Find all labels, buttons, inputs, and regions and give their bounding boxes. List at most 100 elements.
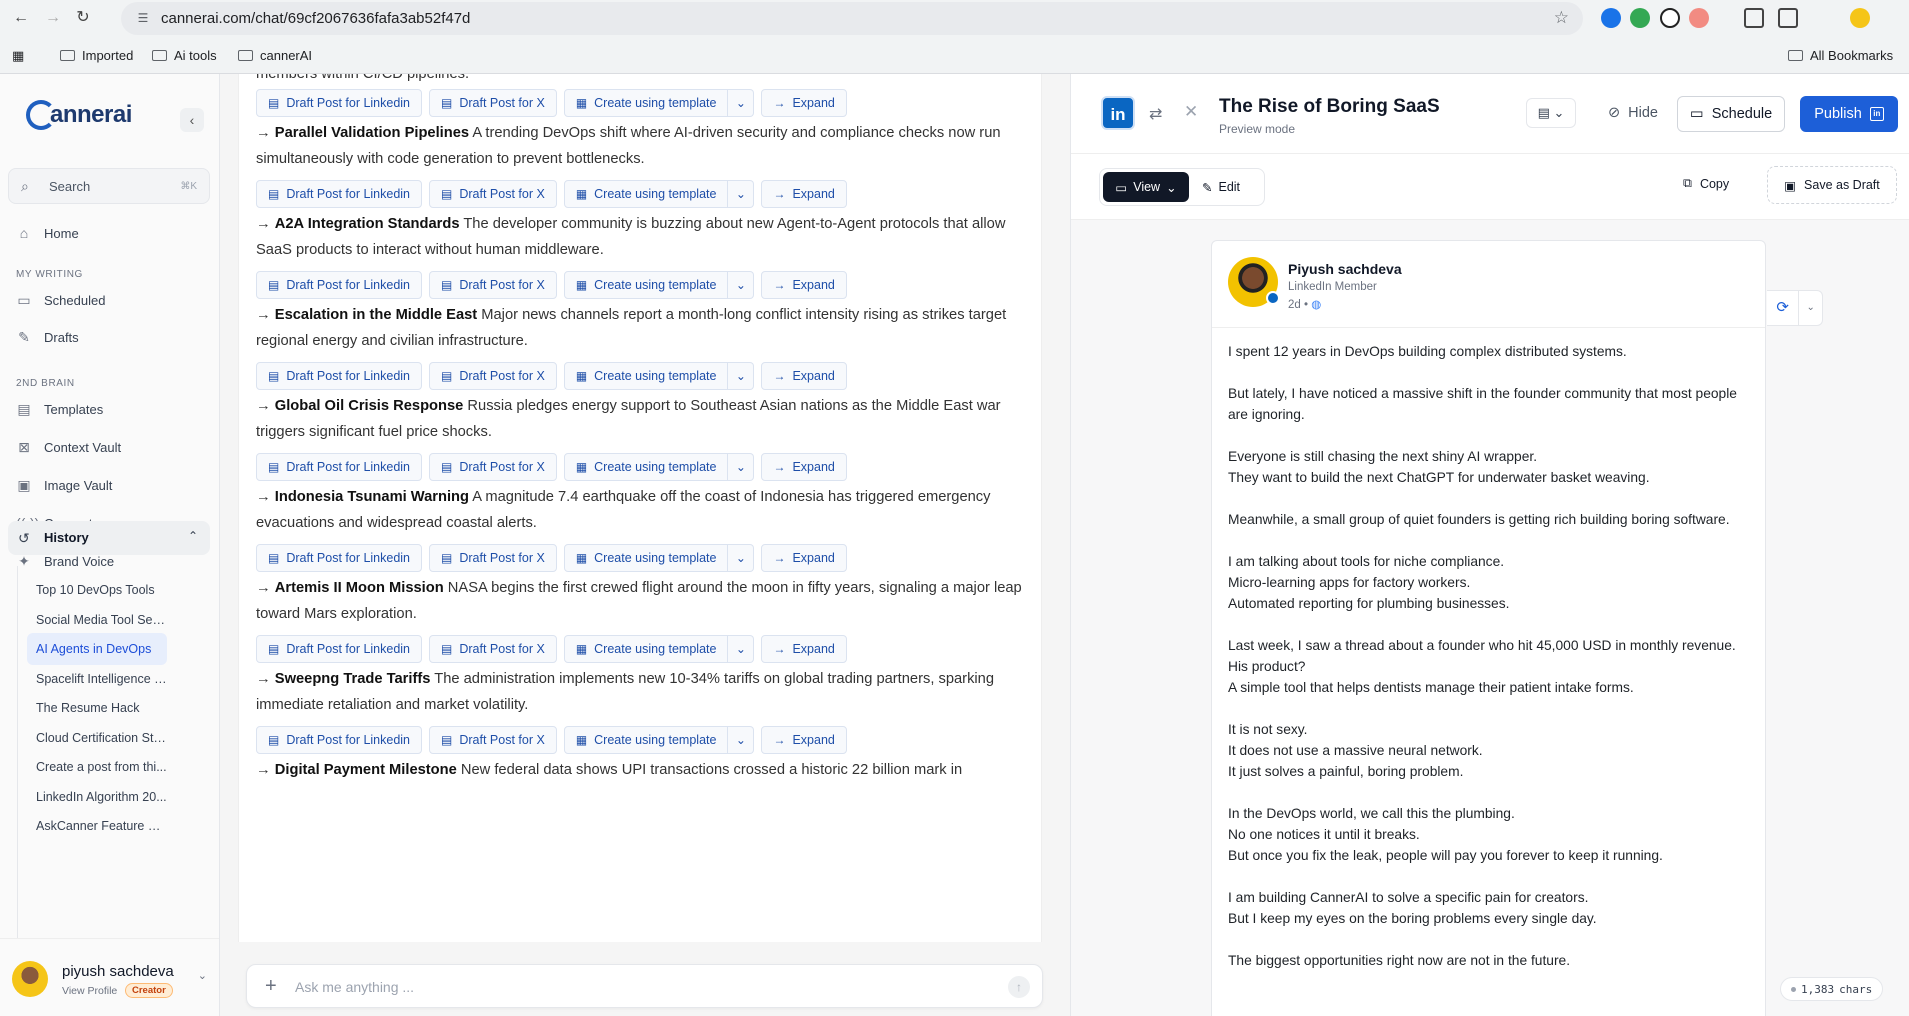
topic-item: → A2A Integration Standards The develope… [256,216,1006,258]
expand-button[interactable]: → Expand [761,544,847,572]
document-menu-button[interactable]: ▤ ⌄ [1526,98,1576,128]
draft-linkedin-button[interactable]: ▤ Draft Post for Linkedin [256,180,423,208]
site-info-icon[interactable]: ☰ [135,10,151,26]
document-icon: ▤ [441,369,453,383]
profile-avatar[interactable] [1850,8,1870,28]
history-item[interactable]: Spacelift Intelligence I... [27,663,167,695]
expand-button[interactable]: → Expand [761,180,847,208]
create-template-button[interactable]: ▦ Create using template [563,180,729,208]
chevron-down-icon[interactable]: ⌄ [198,969,207,982]
reading-list-icon[interactable] [1778,8,1798,28]
template-dropdown-button[interactable]: ⌄ [728,544,755,572]
draft-x-button[interactable]: ▤ Draft Post for X [429,362,557,390]
template-dropdown-button[interactable]: ⌄ [728,362,755,390]
draft-x-button[interactable]: ▤ Draft Post for X [429,453,557,481]
draft-x-button[interactable]: ▤ Draft Post for X [429,89,557,117]
bookmark-star-icon[interactable]: ☆ [1554,8,1569,28]
expand-button[interactable]: → Expand [761,726,847,754]
expand-button[interactable]: → Expand [761,362,847,390]
draft-linkedin-button[interactable]: ▤ Draft Post for Linkedin [256,271,423,299]
back-icon[interactable]: ← [10,7,32,29]
history-item[interactable]: Create a post from thi... [27,751,167,783]
expand-button[interactable]: → Expand [761,89,847,117]
draft-x-button[interactable]: ▤ Draft Post for X [429,271,557,299]
draft-linkedin-button[interactable]: ▤ Draft Post for Linkedin [256,635,423,663]
publish-button[interactable]: Publish in [1800,96,1898,132]
template-dropdown-button[interactable]: ⌄ [728,89,755,117]
create-template-button[interactable]: ▦ Create using template [563,726,729,754]
template-dropdown-button[interactable]: ⌄ [728,453,755,481]
history-item[interactable]: Cloud Certification Str... [27,722,167,754]
history-item[interactable]: AI Agents in DevOps [27,633,167,665]
forward-icon[interactable]: → [42,7,64,29]
history-toggle[interactable]: ↺ History ⌃ [8,521,210,555]
template-dropdown-button[interactable]: ⌄ [728,726,755,754]
bookmark-folder[interactable]: Imported [60,48,133,63]
sidebar-item-image-vault[interactable]: ▣ Image Vault [16,471,112,499]
view-button[interactable]: ▭ View ⌄ [1103,172,1189,202]
history-item[interactable]: LinkedIn Algorithm 20... [27,781,167,813]
address-bar[interactable]: ☰ cannerai.com/chat/69cf2067636fafa3ab52… [121,2,1583,35]
all-bookmarks[interactable]: All Bookmarks [1788,48,1893,63]
draft-linkedin-button[interactable]: ▤ Draft Post for Linkedin [256,89,423,117]
x-icon[interactable]: ✕ [1184,102,1198,122]
template-dropdown-button[interactable]: ⌄ [728,271,755,299]
view-profile-link[interactable]: View Profile [62,985,117,997]
chat-input[interactable]: + Ask me anything ... ↑ [246,964,1043,1008]
draft-linkedin-button[interactable]: ▤ Draft Post for Linkedin [256,453,423,481]
swap-icon[interactable]: ⇄ [1149,104,1162,124]
apps-grid-icon[interactable]: ▦ [12,48,24,64]
history-item[interactable]: Top 10 DevOps Tools [27,574,167,606]
chevron-down-icon[interactable]: ⌄ [1798,291,1822,325]
template-dropdown-button[interactable]: ⌄ [728,635,755,663]
send-icon[interactable]: ↑ [1008,976,1030,998]
create-template-button[interactable]: ▦ Create using template [563,362,729,390]
arrow-right-icon: → [773,96,786,110]
extension-icon[interactable] [1689,8,1709,28]
plus-icon[interactable]: + [265,975,277,998]
search-input[interactable]: ⌕ Search ⌘K [8,168,210,204]
bookmark-folder[interactable]: cannerAI [238,48,312,63]
draft-x-button[interactable]: ▤ Draft Post for X [429,635,557,663]
extension-icon[interactable] [1630,8,1650,28]
bookmark-folder[interactable]: Ai tools [152,48,217,63]
profile-footer[interactable]: piyush sachdeva View Profile Creator ⌄ [0,938,219,1016]
extension-icon[interactable] [1601,8,1621,28]
draft-linkedin-button[interactable]: ▤ Draft Post for Linkedin [256,544,423,572]
sidebar-item-templates[interactable]: ▤ Templates [16,395,103,423]
expand-button[interactable]: → Expand [761,635,847,663]
reload-icon[interactable]: ↻ [72,7,94,29]
history-item[interactable]: The Resume Hack [27,692,167,724]
expand-button[interactable]: → Expand [761,453,847,481]
extension-icon[interactable] [1660,8,1680,28]
draft-linkedin-button[interactable]: ▤ Draft Post for Linkedin [256,726,423,754]
save-draft-button[interactable]: ▣ Save as Draft [1767,166,1897,204]
sidebar-item-home[interactable]: ⌂ Home [16,219,79,247]
draft-x-button[interactable]: ▤ Draft Post for X [429,180,557,208]
template-dropdown-button[interactable]: ⌄ [728,180,755,208]
draft-x-button[interactable]: ▤ Draft Post for X [429,726,557,754]
copy-button[interactable]: ⧉ Copy [1683,176,1729,191]
collapse-sidebar-button[interactable]: ‹ [180,108,204,132]
sidebar-item-context-vault[interactable]: ⊠ Context Vault [16,433,121,461]
app-logo[interactable]: annerai [26,100,132,130]
history-item[interactable]: AskCanner Feature Sh... [27,810,167,842]
draft-x-button[interactable]: ▤ Draft Post for X [429,544,557,572]
sidebar-item-scheduled[interactable]: ▭ Scheduled [16,286,105,314]
create-template-button[interactable]: ▦ Create using template [563,544,729,572]
draft-linkedin-button[interactable]: ▤ Draft Post for Linkedin [256,362,423,390]
create-template-button[interactable]: ▦ Create using template [563,453,729,481]
schedule-button[interactable]: ▭ Schedule [1677,96,1786,132]
history-item[interactable]: Social Media Tool Sele... [27,604,167,636]
refresh-icon[interactable]: ⟳ [1767,291,1798,325]
edit-button[interactable]: ✎ Edit [1202,172,1240,202]
sidebar-item-drafts[interactable]: ✎ Drafts [16,323,79,351]
create-template-button[interactable]: ▦ Create using template [563,89,729,117]
create-template-button[interactable]: ▦ Create using template [563,271,729,299]
create-template-button[interactable]: ▦ Create using template [563,635,729,663]
linkedin-icon[interactable]: in [1101,96,1135,130]
hide-button[interactable]: ⊘ Hide [1598,96,1668,130]
puzzle-icon[interactable] [1744,8,1764,28]
expand-button[interactable]: → Expand [761,271,847,299]
chat-area: members within CI/CD pipelines. ▤ Draft P… [220,74,1070,1016]
